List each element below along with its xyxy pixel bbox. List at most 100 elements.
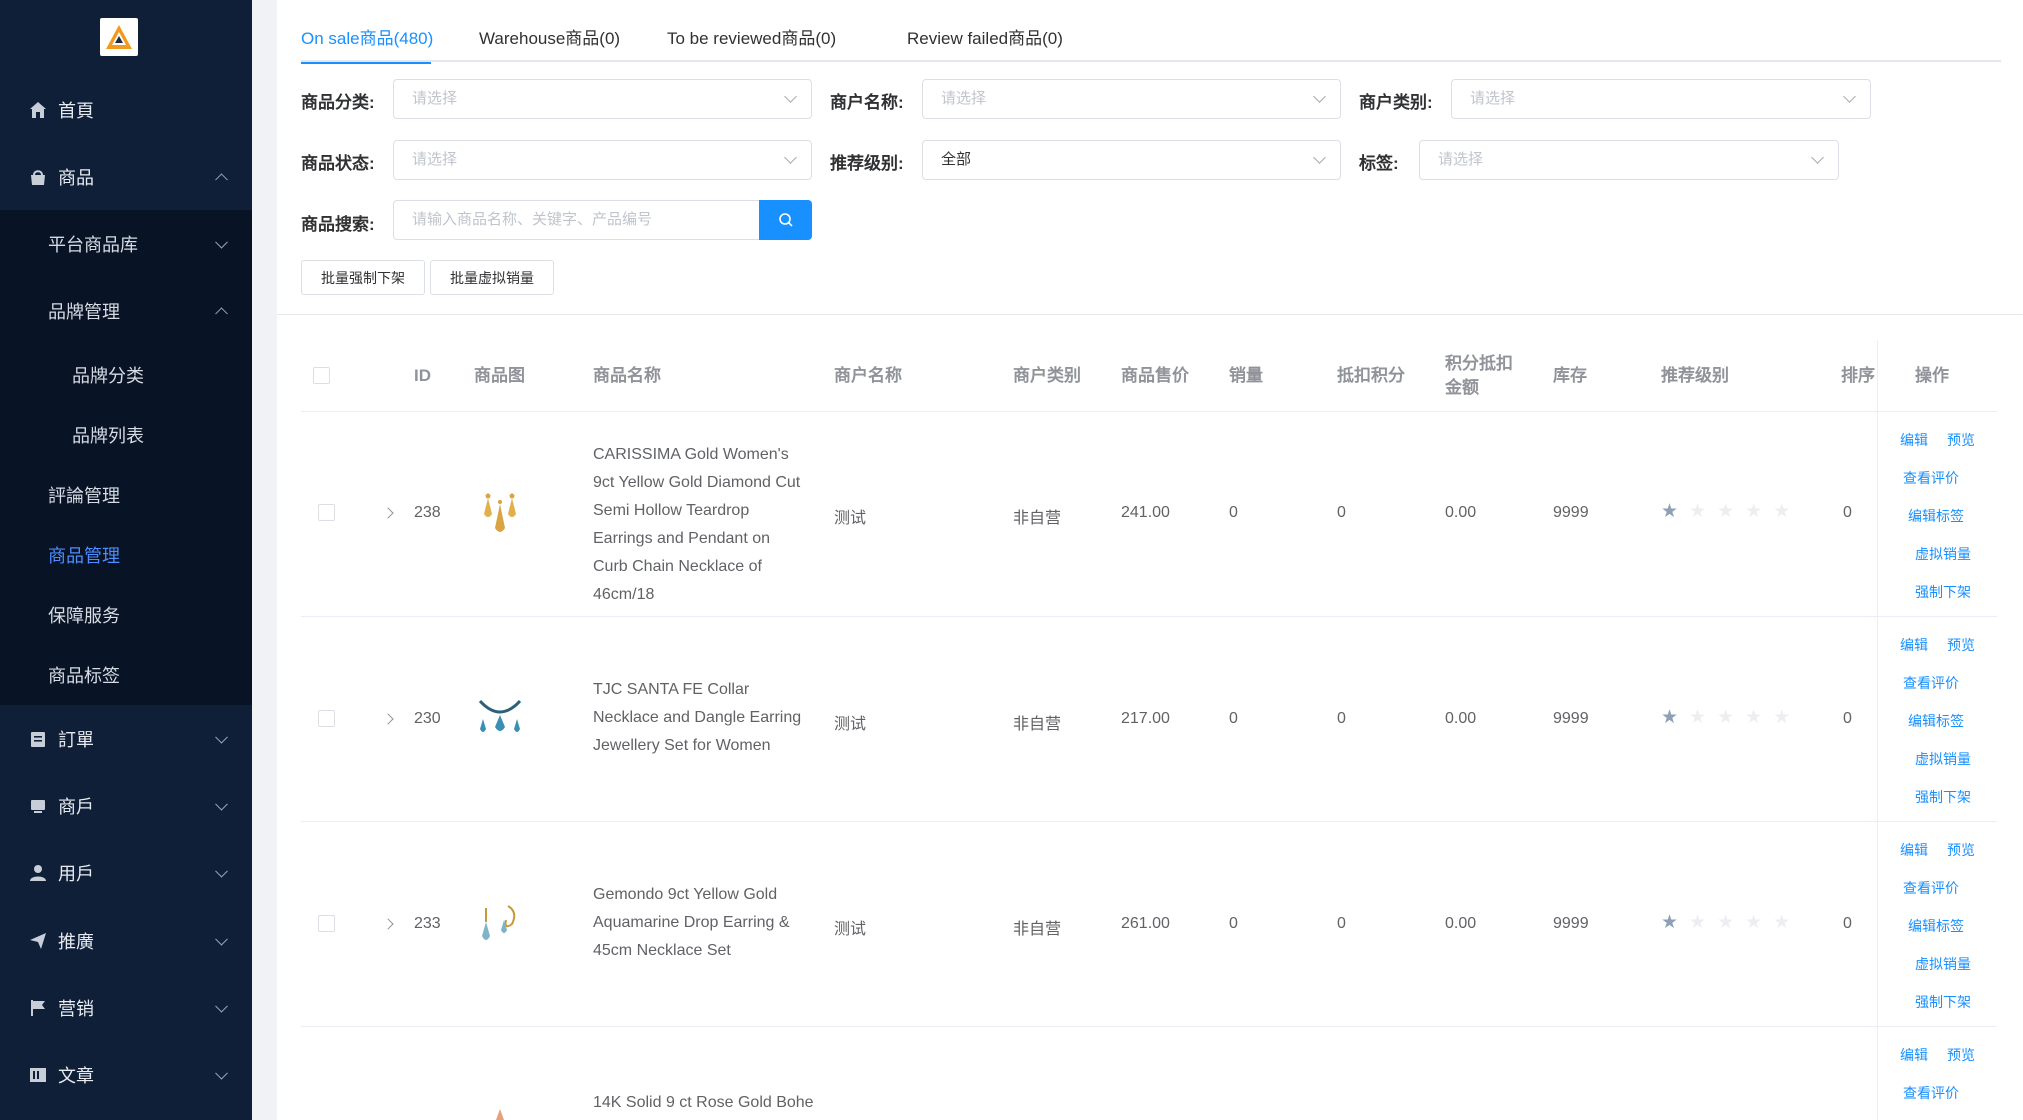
force-offshelf-link[interactable]: 强制下架 (1915, 787, 1971, 807)
chevron-down-icon (215, 235, 228, 249)
view-reviews-link[interactable]: 查看评价 (1903, 673, 1959, 693)
force-offshelf-link[interactable]: 强制下架 (1915, 582, 1971, 602)
edit-link[interactable]: 编辑 (1900, 430, 1928, 450)
sidebar-item-brand-category[interactable]: 品牌分类 (0, 345, 252, 405)
recommend-rating[interactable]: ★ ★ ★ ★ ★ (1661, 911, 1790, 934)
star-icon[interactable]: ★ (1773, 500, 1790, 523)
product-image[interactable] (474, 898, 526, 950)
star-icon[interactable]: ★ (1689, 911, 1706, 934)
expand-row-icon[interactable] (382, 713, 394, 725)
product-image[interactable] (474, 488, 526, 540)
tab-warehouse[interactable]: Warehouse商品(0) (479, 14, 620, 62)
star-icon[interactable]: ★ (1689, 500, 1706, 523)
merchant-name-select[interactable]: 请选择 (922, 79, 1341, 119)
menu-item-articles[interactable]: 文章 (0, 1041, 252, 1108)
tag-select[interactable]: 请选择 (1419, 140, 1839, 180)
star-icon[interactable]: ★ (1717, 706, 1734, 729)
menu-item-marketing[interactable]: 营销 (0, 974, 252, 1041)
preview-link[interactable]: 预览 (1947, 840, 1975, 860)
star-icon[interactable]: ★ (1717, 500, 1734, 523)
preview-link[interactable]: 预览 (1947, 635, 1975, 655)
cell-product-name: CARISSIMA Gold Women's 9ct Yellow Gold D… (593, 446, 801, 603)
flag-icon (28, 998, 48, 1018)
sidebar-item-brand-management[interactable]: 品牌管理 (0, 281, 252, 341)
star-icon[interactable]: ★ (1745, 911, 1762, 934)
star-icon[interactable]: ★ (1661, 911, 1678, 934)
menu-item-users[interactable]: 用戶 (0, 839, 252, 906)
cell-points-amount: 0.00 (1445, 504, 1477, 521)
status-label: 商品状态: (301, 154, 375, 173)
select-placeholder: 请选择 (412, 151, 458, 168)
product-image[interactable] (474, 1103, 526, 1120)
preview-link[interactable]: 预览 (1947, 1045, 1975, 1065)
recommend-level-label: 推荐级别: (830, 154, 904, 173)
edit-link[interactable]: 编辑 (1900, 1045, 1928, 1065)
batch-virtual-sales-button[interactable]: 批量虚拟销量 (430, 260, 554, 295)
table-row[interactable]: 238 CARISSIMA Gold Women's 9ct Yellow Go… (301, 412, 1997, 617)
header-recommend-level: 推荐级别 (1661, 366, 1729, 385)
merchant-type-select[interactable]: 请选择 (1451, 79, 1871, 119)
tab-on-sale[interactable]: On sale商品(480) (301, 14, 433, 64)
search-input[interactable]: 请输入商品名称、关键字、产品编号 (393, 200, 759, 240)
select-placeholder: 请选择 (941, 90, 987, 107)
star-icon[interactable]: ★ (1745, 706, 1762, 729)
row-checkbox[interactable] (318, 915, 335, 932)
view-reviews-link[interactable]: 查看评价 (1903, 468, 1959, 488)
preview-link[interactable]: 预览 (1947, 430, 1975, 450)
tab-review-failed[interactable]: Review failed商品(0) (907, 14, 1063, 62)
view-reviews-link[interactable]: 查看评价 (1903, 878, 1959, 898)
virtual-sales-link[interactable]: 虚拟销量 (1915, 954, 1971, 974)
cell-product-name: TJC SANTA FE Collar Necklace and Dangle … (593, 681, 802, 754)
menu-item-products[interactable]: 商品 (0, 143, 252, 210)
edit-tags-link[interactable]: 编辑标签 (1908, 916, 1964, 936)
select-all-checkbox[interactable] (313, 367, 330, 384)
star-icon[interactable]: ★ (1773, 706, 1790, 729)
row-checkbox[interactable] (318, 504, 335, 521)
star-icon[interactable]: ★ (1717, 911, 1734, 934)
tab-to-be-reviewed[interactable]: To be reviewed商品(0) (667, 14, 836, 62)
menu-item-promotion[interactable]: 推廣 (0, 907, 252, 974)
menu-item-home[interactable]: 首頁 (0, 76, 252, 143)
sidebar-item-review-management[interactable]: 評論管理 (0, 465, 252, 525)
chevron-down-icon (1811, 151, 1824, 164)
recommend-rating[interactable]: ★ ★ ★ ★ ★ (1661, 706, 1790, 729)
edit-link[interactable]: 编辑 (1900, 635, 1928, 655)
table-row[interactable]: 230 TJC SANTA FE Collar Necklace and Dan… (301, 617, 1997, 822)
sidebar-item-product-tags[interactable]: 商品标签 (0, 645, 252, 705)
batch-force-offshelf-button[interactable]: 批量强制下架 (301, 260, 425, 295)
table-row[interactable]: 233 Gemondo 9ct Yellow Gold Aquamarine D… (301, 822, 1997, 1027)
virtual-sales-link[interactable]: 虚拟销量 (1915, 544, 1971, 564)
recommend-rating[interactable]: ★ ★ ★ ★ ★ (1661, 500, 1790, 523)
expand-row-icon[interactable] (382, 507, 394, 519)
row-checkbox[interactable] (318, 710, 335, 727)
status-select[interactable]: 请选择 (393, 140, 812, 180)
expand-row-icon[interactable] (382, 918, 394, 930)
cell-stock: 9999 (1553, 504, 1589, 521)
star-icon[interactable]: ★ (1745, 500, 1762, 523)
table-row[interactable]: 14K Solid 9 ct Rose Gold Bohe (301, 1027, 1997, 1120)
chevron-down-icon (1313, 151, 1326, 164)
recommend-level-select[interactable]: 全部 (922, 140, 1341, 180)
edit-tags-link[interactable]: 编辑标签 (1908, 711, 1964, 731)
sidebar-item-product-management[interactable]: 商品管理 (0, 525, 252, 585)
star-icon[interactable]: ★ (1661, 500, 1678, 523)
sidebar-item-platform-library[interactable]: 平台商品库 (0, 214, 252, 274)
search-button[interactable] (759, 200, 812, 240)
product-image[interactable] (474, 693, 526, 745)
virtual-sales-link[interactable]: 虚拟销量 (1915, 749, 1971, 769)
category-select[interactable]: 请选择 (393, 79, 812, 119)
sidebar: 首頁 商品 平台商品库 品牌管理 品牌分类 品牌列表 評論管理 商品管理 保障服… (0, 0, 252, 1120)
menu-item-orders[interactable]: 訂單 (0, 705, 252, 772)
sidebar-item-brand-list[interactable]: 品牌列表 (0, 405, 252, 465)
force-offshelf-link[interactable]: 强制下架 (1915, 992, 1971, 1012)
sidebar-item-guarantee-service[interactable]: 保障服务 (0, 585, 252, 645)
menu-item-merchants[interactable]: 商戶 (0, 772, 252, 839)
edit-tags-link[interactable]: 编辑标签 (1908, 506, 1964, 526)
header-merchant-name: 商户名称 (834, 366, 902, 385)
edit-link[interactable]: 编辑 (1900, 840, 1928, 860)
star-icon[interactable]: ★ (1689, 706, 1706, 729)
brand-logo[interactable] (100, 18, 138, 56)
star-icon[interactable]: ★ (1661, 706, 1678, 729)
star-icon[interactable]: ★ (1773, 911, 1790, 934)
view-reviews-link[interactable]: 查看评价 (1903, 1083, 1959, 1103)
